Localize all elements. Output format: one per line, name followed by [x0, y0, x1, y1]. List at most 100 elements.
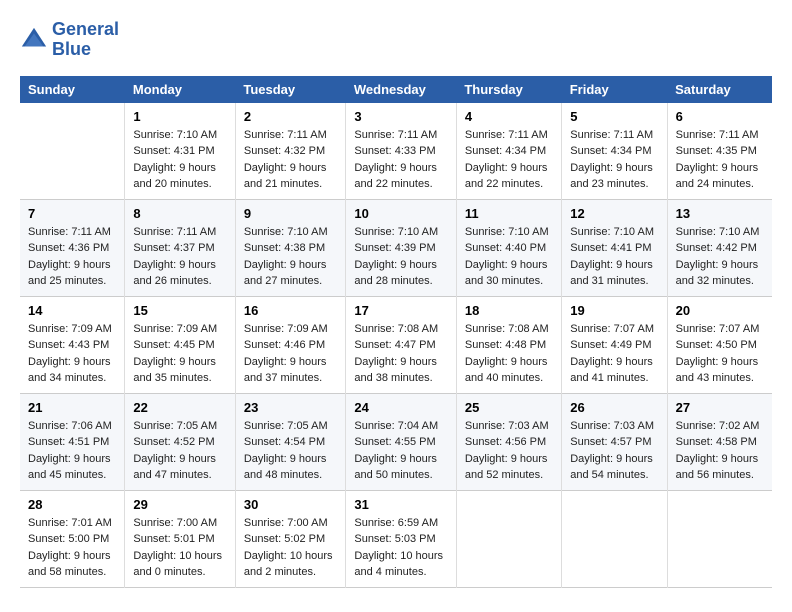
- logo: General Blue: [20, 20, 119, 60]
- calendar-cell: 9Sunrise: 7:10 AM Sunset: 4:38 PM Daylig…: [235, 199, 346, 296]
- day-info: Sunrise: 7:11 AM Sunset: 4:37 PM Dayligh…: [133, 224, 227, 290]
- day-info: Sunrise: 6:59 AM Sunset: 5:03 PM Dayligh…: [354, 515, 448, 581]
- calendar-cell: 10Sunrise: 7:10 AM Sunset: 4:39 PM Dayli…: [346, 199, 457, 296]
- calendar-cell: 15 Sunrise: 7:09 AM Sunset: 4:45 PM Dayli…: [125, 296, 236, 393]
- calendar-cell: 19 Sunrise: 7:07 AM Sunset: 4:49 PM Dayli…: [562, 296, 667, 393]
- header-row: SundayMondayTuesdayWednesdayThursdayFrid…: [20, 76, 772, 103]
- calendar-cell: 24Sunrise: 7:04 AM Sunset: 4:55 PM Dayli…: [346, 393, 457, 490]
- day-info: Sunrise: 7:10 AM Sunset: 4:31 PM Dayligh…: [133, 127, 227, 193]
- week-row-2: 14Sunrise: 7:09 AM Sunset: 4:43 PM Dayli…: [20, 296, 772, 393]
- day-number: 31: [354, 497, 448, 512]
- calendar-cell: 20 Sunrise: 7:07 AM Sunset: 4:50 PM Dayli…: [667, 296, 772, 393]
- logo-icon: [20, 26, 48, 54]
- calendar-cell: 16Sunrise: 7:09 AM Sunset: 4:46 PM Dayli…: [235, 296, 346, 393]
- header-tuesday: Tuesday: [235, 76, 346, 103]
- day-info: Sunrise: 7:01 AM Sunset: 5:00 PM Dayligh…: [28, 515, 116, 581]
- header-sunday: Sunday: [20, 76, 125, 103]
- day-number: 2: [244, 109, 338, 124]
- page-header: General Blue: [20, 20, 772, 60]
- day-number: 29: [133, 497, 227, 512]
- day-info: Sunrise: 7:11 AM Sunset: 4:32 PM Dayligh…: [244, 127, 338, 193]
- day-info: Sunrise: 7:05 AM Sunset: 4:52 PM Dayligh…: [133, 418, 227, 484]
- day-number: 11: [465, 206, 553, 221]
- day-info: Sunrise: 7:07 AM Sunset: 4:50 PM Dayligh…: [676, 321, 764, 387]
- calendar-cell: 6 Sunrise: 7:11 AM Sunset: 4:35 PM Daylig…: [667, 103, 772, 200]
- calendar-table: SundayMondayTuesdayWednesdayThursdayFrid…: [20, 76, 772, 588]
- calendar-cell: 27Sunrise: 7:02 AM Sunset: 4:58 PM Dayli…: [667, 393, 772, 490]
- day-number: 22: [133, 400, 227, 415]
- day-info: Sunrise: 7:11 AM Sunset: 4:34 PM Dayligh…: [570, 127, 658, 193]
- day-info: Sunrise: 7:11 AM Sunset: 4:36 PM Dayligh…: [28, 224, 116, 290]
- calendar-cell: 26 Sunrise: 7:03 AM Sunset: 4:57 PM Dayli…: [562, 393, 667, 490]
- header-saturday: Saturday: [667, 76, 772, 103]
- calendar-cell: 30Sunrise: 7:00 AM Sunset: 5:02 PM Dayli…: [235, 490, 346, 587]
- calendar-cell: 2 Sunrise: 7:11 AM Sunset: 4:32 PM Daylig…: [235, 103, 346, 200]
- calendar-cell: 17 Sunrise: 7:08 AM Sunset: 4:47 PM Dayli…: [346, 296, 457, 393]
- day-number: 4: [465, 109, 553, 124]
- calendar-header: SundayMondayTuesdayWednesdayThursdayFrid…: [20, 76, 772, 103]
- calendar-cell: 1 Sunrise: 7:10 AM Sunset: 4:31 PM Daylig…: [125, 103, 236, 200]
- calendar-cell: 8 Sunrise: 7:11 AM Sunset: 4:37 PM Daylig…: [125, 199, 236, 296]
- calendar-cell: 3 Sunrise: 7:11 AM Sunset: 4:33 PM Daylig…: [346, 103, 457, 200]
- day-info: Sunrise: 7:11 AM Sunset: 4:34 PM Dayligh…: [465, 127, 553, 193]
- day-number: 20: [676, 303, 764, 318]
- day-info: Sunrise: 7:10 AM Sunset: 4:41 PM Dayligh…: [570, 224, 658, 290]
- day-number: 14: [28, 303, 116, 318]
- day-number: 19: [570, 303, 658, 318]
- calendar-cell: [667, 490, 772, 587]
- day-number: 8: [133, 206, 227, 221]
- day-info: Sunrise: 7:11 AM Sunset: 4:33 PM Dayligh…: [354, 127, 448, 193]
- day-number: 16: [244, 303, 338, 318]
- day-info: Sunrise: 7:07 AM Sunset: 4:49 PM Dayligh…: [570, 321, 658, 387]
- day-number: 23: [244, 400, 338, 415]
- day-info: Sunrise: 7:03 AM Sunset: 4:57 PM Dayligh…: [570, 418, 658, 484]
- calendar-body: 1 Sunrise: 7:10 AM Sunset: 4:31 PM Daylig…: [20, 103, 772, 588]
- day-number: 9: [244, 206, 338, 221]
- calendar-cell: 25 Sunrise: 7:03 AM Sunset: 4:56 PM Dayli…: [456, 393, 561, 490]
- day-info: Sunrise: 7:10 AM Sunset: 4:42 PM Dayligh…: [676, 224, 764, 290]
- day-number: 3: [354, 109, 448, 124]
- calendar-cell: 22 Sunrise: 7:05 AM Sunset: 4:52 PM Dayli…: [125, 393, 236, 490]
- calendar-cell: 11Sunrise: 7:10 AM Sunset: 4:40 PM Dayli…: [456, 199, 561, 296]
- day-number: 6: [676, 109, 764, 124]
- day-number: 15: [133, 303, 227, 318]
- calendar-cell: 4 Sunrise: 7:11 AM Sunset: 4:34 PM Daylig…: [456, 103, 561, 200]
- day-info: Sunrise: 7:08 AM Sunset: 4:47 PM Dayligh…: [354, 321, 448, 387]
- header-friday: Friday: [562, 76, 667, 103]
- day-number: 26: [570, 400, 658, 415]
- day-number: 5: [570, 109, 658, 124]
- calendar-cell: 28Sunrise: 7:01 AM Sunset: 5:00 PM Dayli…: [20, 490, 125, 587]
- day-number: 7: [28, 206, 116, 221]
- day-number: 27: [676, 400, 764, 415]
- day-info: Sunrise: 7:11 AM Sunset: 4:35 PM Dayligh…: [676, 127, 764, 193]
- calendar-cell: 23Sunrise: 7:05 AM Sunset: 4:54 PM Dayli…: [235, 393, 346, 490]
- day-number: 10: [354, 206, 448, 221]
- week-row-3: 21 Sunrise: 7:06 AM Sunset: 4:51 PM Dayli…: [20, 393, 772, 490]
- header-thursday: Thursday: [456, 76, 561, 103]
- day-number: 24: [354, 400, 448, 415]
- calendar-cell: [20, 103, 125, 200]
- day-info: Sunrise: 7:06 AM Sunset: 4:51 PM Dayligh…: [28, 418, 116, 484]
- week-row-1: 7 Sunrise: 7:11 AM Sunset: 4:36 PM Daylig…: [20, 199, 772, 296]
- calendar-cell: 31 Sunrise: 6:59 AM Sunset: 5:03 PM Dayli…: [346, 490, 457, 587]
- calendar-cell: 29Sunrise: 7:00 AM Sunset: 5:01 PM Dayli…: [125, 490, 236, 587]
- day-number: 25: [465, 400, 553, 415]
- logo-text: General Blue: [52, 20, 119, 60]
- day-number: 18: [465, 303, 553, 318]
- day-number: 1: [133, 109, 227, 124]
- calendar-cell: 12 Sunrise: 7:10 AM Sunset: 4:41 PM Dayli…: [562, 199, 667, 296]
- calendar-cell: 7 Sunrise: 7:11 AM Sunset: 4:36 PM Daylig…: [20, 199, 125, 296]
- calendar-cell: 13Sunrise: 7:10 AM Sunset: 4:42 PM Dayli…: [667, 199, 772, 296]
- calendar-cell: 14Sunrise: 7:09 AM Sunset: 4:43 PM Dayli…: [20, 296, 125, 393]
- day-info: Sunrise: 7:08 AM Sunset: 4:48 PM Dayligh…: [465, 321, 553, 387]
- calendar-cell: [456, 490, 561, 587]
- day-number: 12: [570, 206, 658, 221]
- day-info: Sunrise: 7:03 AM Sunset: 4:56 PM Dayligh…: [465, 418, 553, 484]
- calendar-cell: 18 Sunrise: 7:08 AM Sunset: 4:48 PM Dayli…: [456, 296, 561, 393]
- day-info: Sunrise: 7:09 AM Sunset: 4:45 PM Dayligh…: [133, 321, 227, 387]
- day-number: 17: [354, 303, 448, 318]
- day-info: Sunrise: 7:00 AM Sunset: 5:02 PM Dayligh…: [244, 515, 338, 581]
- calendar-cell: 5 Sunrise: 7:11 AM Sunset: 4:34 PM Daylig…: [562, 103, 667, 200]
- header-monday: Monday: [125, 76, 236, 103]
- day-number: 21: [28, 400, 116, 415]
